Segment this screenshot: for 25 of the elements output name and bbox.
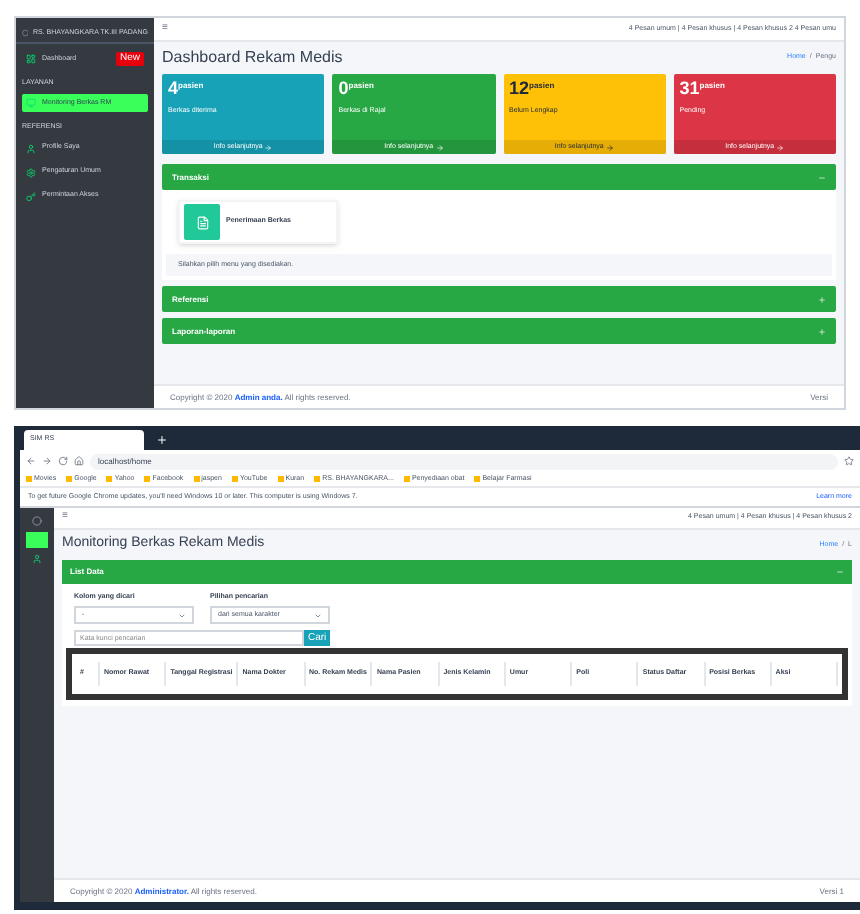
key-icon	[26, 191, 36, 201]
document-icon	[195, 215, 209, 229]
back-icon[interactable]	[26, 456, 36, 466]
arrow-right-icon	[264, 143, 273, 151]
monitor-icon	[26, 98, 36, 109]
page-title: Dashboard Rekam Medis	[162, 46, 343, 70]
expand-icon[interactable]	[818, 327, 826, 336]
stat-value: 4	[168, 80, 179, 98]
logo-icon	[22, 28, 29, 38]
forward-icon[interactable]	[42, 456, 52, 466]
user-icon	[26, 143, 36, 153]
dashboard-icon	[26, 54, 36, 64]
stat-value: 0	[338, 80, 349, 98]
logo-icon	[32, 516, 42, 526]
arrow-right-icon	[776, 143, 785, 151]
bookmark-star-icon[interactable]	[844, 456, 854, 466]
arrow-right-icon	[435, 143, 444, 151]
new-tab-icon[interactable]	[156, 434, 168, 446]
arrow-right-icon	[605, 143, 614, 151]
expand-icon[interactable]	[818, 295, 826, 304]
stat-value: 31	[679, 80, 700, 98]
stat-value: 12	[509, 80, 530, 98]
reload-icon[interactable]	[58, 456, 68, 466]
home-icon[interactable]	[74, 456, 84, 466]
gear-icon	[26, 167, 36, 177]
